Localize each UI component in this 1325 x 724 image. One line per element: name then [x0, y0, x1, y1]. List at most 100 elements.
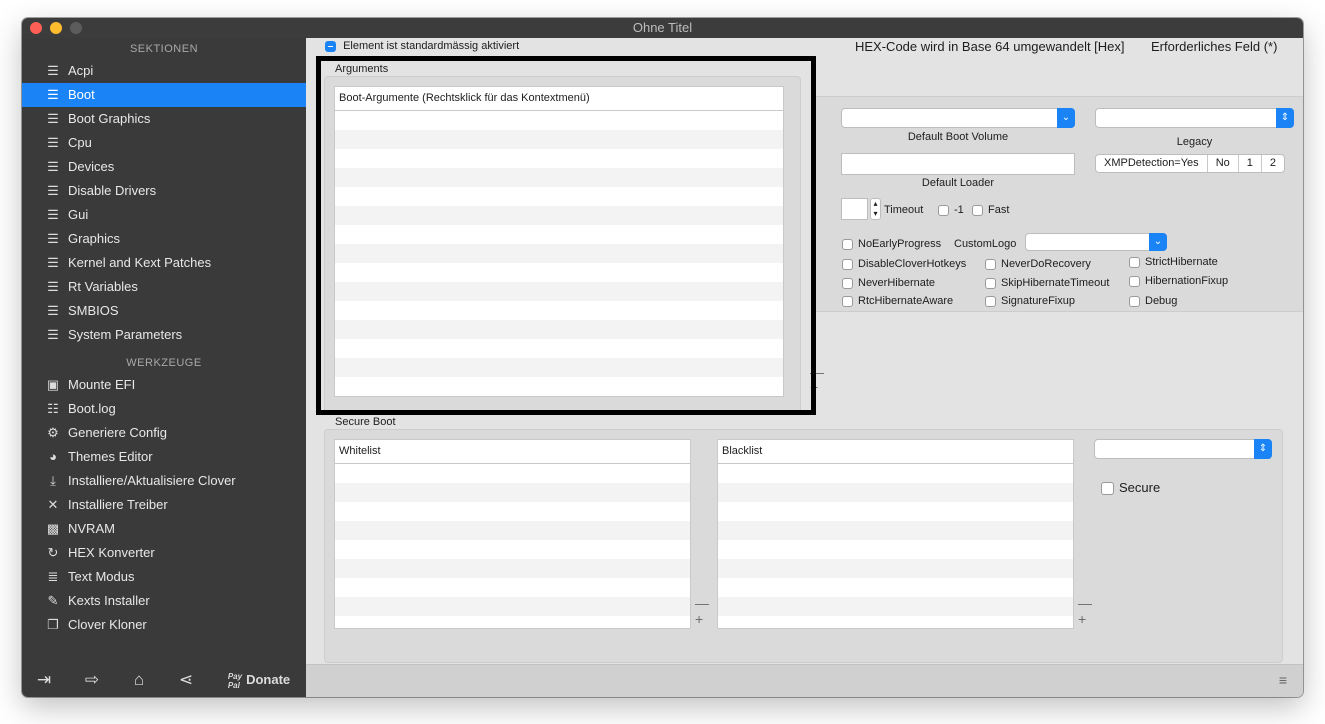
export-icon[interactable]: ⇨: [82, 669, 102, 691]
tool-kexts-installer[interactable]: ✎ Kexts Installer: [22, 589, 306, 613]
strict-hibernate-option[interactable]: StrictHibernate: [1129, 256, 1218, 268]
tool-nvram[interactable]: ▩ NVRAM: [22, 517, 306, 541]
tool-hex-converter[interactable]: ↻ HEX Konverter: [22, 541, 306, 565]
timeout-stepper[interactable]: ▴ ▾: [870, 198, 881, 220]
checkbox[interactable]: [1129, 256, 1140, 268]
minimize-window-button[interactable]: [50, 22, 62, 34]
list-icon: ☰: [47, 231, 59, 246]
sidebar-item-smbios[interactable]: ☰ SMBIOS: [22, 299, 306, 323]
sidebar-item-acpi[interactable]: ☰ Acpi: [22, 59, 306, 83]
fast-checkbox[interactable]: [972, 204, 983, 216]
sidebar-item-rt-variables[interactable]: ☰ Rt Variables: [22, 275, 306, 299]
xmp-detection-yes[interactable]: XMPDetection=Yes: [1096, 155, 1208, 172]
checkbox[interactable]: [842, 238, 853, 250]
title-bar: Ohne Titel: [22, 18, 1303, 38]
donate-button[interactable]: Pay Pal Donate: [224, 669, 294, 691]
tool-install-drivers[interactable]: ✕ Installiere Treiber: [22, 493, 306, 517]
blacklist-add-button[interactable]: +: [1078, 612, 1086, 626]
home-icon[interactable]: ⌂: [129, 669, 149, 691]
share-icon[interactable]: ⋖: [176, 669, 196, 691]
tool-generate-config[interactable]: ⚙ Generiere Config: [22, 421, 306, 445]
sidebar-item-kernel-kext-patches[interactable]: ☰ Kernel and Kext Patches: [22, 251, 306, 275]
app-window: Ohne Titel SEKTIONEN ☰ Acpi ☰ Boot ☰ Boot G…: [22, 18, 1303, 697]
whitelist-rows[interactable]: [335, 464, 690, 628]
secure-option[interactable]: Secure: [1101, 480, 1160, 496]
tool-text-mode[interactable]: ≣ Text Modus: [22, 565, 306, 589]
custom-logo-label: CustomLogo: [954, 238, 1017, 250]
no-early-progress-option[interactable]: NoEarlyProgress: [842, 238, 941, 250]
hex-note: HEX-Code wird in Base 64 umgewandelt [He…: [855, 39, 1125, 54]
checkbox[interactable]: [985, 295, 996, 307]
sidebar-item-devices[interactable]: ☰ Devices: [22, 155, 306, 179]
whitelist-remove-button[interactable]: —: [695, 596, 709, 610]
never-hibernate-option[interactable]: NeverHibernate: [842, 277, 935, 289]
sidebar-item-cpu[interactable]: ☰ Cpu: [22, 131, 306, 155]
checkbox[interactable]: [842, 277, 853, 289]
updown-chevron-icon: ⇕: [1254, 439, 1272, 459]
debug-option[interactable]: Debug: [1129, 295, 1177, 307]
tool-boot-log[interactable]: ☷ Boot.log: [22, 397, 306, 421]
tool-install-clover[interactable]: ⤓ Installiere/Aktualisiere Clover: [22, 469, 306, 493]
rtc-hibernate-aware-option[interactable]: RtcHibernateAware: [842, 295, 953, 307]
blacklist-table[interactable]: Blacklist: [717, 439, 1074, 629]
blacklist-remove-button[interactable]: —: [1078, 596, 1092, 610]
secure-boot-policy-select[interactable]: ⇕: [1094, 439, 1272, 459]
timeout-input[interactable]: [841, 198, 868, 220]
tool-clover-cloner[interactable]: ❐ Clover Kloner: [22, 613, 306, 637]
import-icon[interactable]: ⇥: [34, 669, 54, 691]
sidebar-item-boot[interactable]: ☰ Boot: [22, 83, 306, 107]
skip-hibernate-timeout-option[interactable]: SkipHibernateTimeout: [985, 277, 1109, 289]
fast-option[interactable]: Fast: [972, 204, 1009, 216]
sidebar-item-gui[interactable]: ☰ Gui: [22, 203, 306, 227]
signature-fixup-option[interactable]: SignatureFixup: [985, 295, 1075, 307]
chevron-down-icon: ⌄: [1057, 108, 1075, 128]
list-icon: ☰: [47, 207, 59, 222]
custom-logo-combo[interactable]: ⌄: [1025, 233, 1167, 251]
whitelist-table[interactable]: Whitelist: [334, 439, 691, 629]
xmp-detection-no[interactable]: No: [1208, 155, 1239, 172]
checkbox[interactable]: [842, 258, 853, 270]
timeout-label: Timeout: [884, 204, 924, 216]
default-boot-volume-combo[interactable]: ⌄: [841, 108, 1075, 128]
sidebar-item-disable-drivers[interactable]: ☰ Disable Drivers: [22, 179, 306, 203]
close-window-button[interactable]: [30, 22, 42, 34]
sidebar-item-graphics[interactable]: ☰ Graphics: [22, 227, 306, 251]
list-icon: ☰: [47, 279, 59, 294]
list-icon: ☰: [47, 135, 59, 150]
checkbox[interactable]: [1129, 295, 1140, 307]
list-icon: ☰: [47, 111, 59, 126]
secure-checkbox[interactable]: [1101, 482, 1114, 496]
list-icon: ☰: [47, 183, 59, 198]
blacklist-rows[interactable]: [718, 464, 1073, 628]
menu-icon[interactable]: ≡: [1279, 672, 1287, 688]
whitelist-add-button[interactable]: +: [695, 612, 703, 626]
tool-themes-editor[interactable]: ◕ Themes Editor: [22, 445, 306, 469]
tool-mount-efi[interactable]: ▣ Mounte EFI: [22, 373, 306, 397]
element-active-checkbox[interactable]: [325, 40, 336, 52]
checkbox[interactable]: [842, 295, 853, 307]
gears-icon: ⚙: [47, 425, 59, 440]
hibernation-fixup-option[interactable]: HibernationFixup: [1129, 275, 1228, 287]
highlight-frame: [316, 56, 816, 415]
copy-icon: ❐: [47, 617, 59, 632]
checkbox[interactable]: [985, 277, 996, 289]
minus-one-option[interactable]: -1: [938, 204, 964, 216]
sidebar-item-boot-graphics[interactable]: ☰ Boot Graphics: [22, 107, 306, 131]
disable-clover-hotkeys-option[interactable]: DisableCloverHotkeys: [842, 258, 966, 270]
xmp-detection-2[interactable]: 2: [1262, 155, 1284, 172]
sections-header: SEKTIONEN: [129, 43, 199, 55]
never-do-recovery-option[interactable]: NeverDoRecovery: [985, 258, 1091, 270]
sidebar-item-system-parameters[interactable]: ☰ System Parameters: [22, 323, 306, 347]
whitelist-column-header[interactable]: Whitelist: [335, 440, 690, 464]
xmp-detection-1[interactable]: 1: [1239, 155, 1262, 172]
element-active-row: Element ist standardmässig aktiviert: [325, 40, 519, 52]
default-loader-input[interactable]: [841, 153, 1075, 175]
legacy-label: Legacy: [1176, 136, 1213, 148]
checkbox[interactable]: [1129, 275, 1140, 287]
legacy-select[interactable]: ⇕: [1095, 108, 1294, 128]
blacklist-column-header[interactable]: Blacklist: [718, 440, 1073, 464]
zoom-window-button[interactable]: [70, 22, 82, 34]
minus-one-checkbox[interactable]: [938, 204, 949, 216]
xmp-detection-segmented[interactable]: XMPDetection=Yes No 1 2: [1095, 154, 1285, 173]
checkbox[interactable]: [985, 258, 996, 270]
